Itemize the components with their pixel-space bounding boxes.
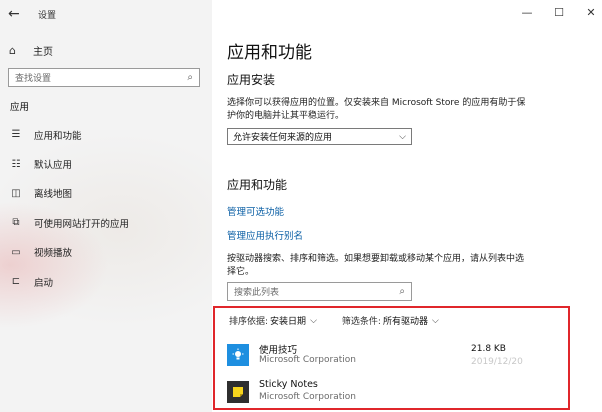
home-label: 主页 [33, 46, 53, 58]
settings-search-input[interactable]: 查找设置 ⌕ [8, 68, 200, 87]
app-source-dropdown[interactable]: 允许安装任何来源的应用 ⌵ [227, 128, 412, 145]
app-list-item[interactable]: Sticky Notes Microsoft Corporation [227, 379, 547, 409]
app-publisher: Microsoft Corporation [259, 355, 356, 365]
back-arrow-icon: ← [8, 6, 20, 22]
sort-dropdown[interactable]: 安装日期 [270, 314, 306, 327]
app-size: 21.8 KB [471, 344, 506, 354]
app-publisher: Microsoft Corporation [259, 392, 356, 402]
default-apps-icon: ☷ [11, 158, 21, 170]
close-button[interactable]: ✕ [584, 6, 598, 19]
install-heading: 应用安装 [227, 73, 276, 87]
sidebar-item-label: 视频播放 [34, 248, 73, 260]
chevron-down-icon[interactable]: ⌵ [432, 316, 439, 326]
app-list-item[interactable]: 使用技巧 Microsoft Corporation 21.8 KB 2019/… [227, 342, 547, 372]
search-list-input[interactable]: 搜索此列表 ⌕ [227, 282, 412, 301]
settings-sidebar: ← 设置 ⌂ 主页 查找设置 ⌕ 应用 ☰ 应用和功能 ☷ 默认应用 ◫ 离线地… [0, 0, 212, 412]
back-button[interactable]: ← [8, 6, 26, 22]
home-icon: ⌂ [9, 43, 16, 57]
sidebar-item-apps-for-websites[interactable]: ⧉ 可使用网站打开的应用 [0, 208, 212, 237]
sidebar-item-home[interactable]: ⌂ 主页 [9, 42, 53, 58]
sidebar-item-label: 可使用网站打开的应用 [34, 218, 130, 230]
sidebar-item-label: 离线地图 [34, 189, 73, 201]
title-bar: ← 设置 [0, 0, 212, 30]
apps-features-icon: ☰ [11, 129, 21, 141]
video-playback-icon: ▭ [11, 246, 21, 258]
filter-label: 筛选条件: [341, 317, 381, 327]
search-icon: ⌕ [187, 72, 193, 83]
sidebar-item-offline-maps[interactable]: ◫ 离线地图 [0, 179, 212, 208]
sidebar-item-label: 默认应用 [34, 160, 73, 172]
search-list-placeholder: 搜索此列表 [234, 288, 280, 298]
search-icon: ⌕ [399, 286, 405, 297]
sidebar-item-apps-features[interactable]: ☰ 应用和功能 [0, 120, 212, 149]
sidebar-item-default-apps[interactable]: ☷ 默认应用 [0, 149, 212, 178]
chevron-down-icon: ⌵ [399, 131, 406, 142]
tips-icon [227, 344, 249, 366]
startup-icon: ⊏ [11, 276, 21, 288]
apps-for-websites-icon: ⧉ [12, 217, 20, 229]
sidebar-item-video-playback[interactable]: ▭ 视频播放 [0, 238, 212, 267]
sidebar-item-label: 应用和功能 [34, 130, 82, 142]
sort-label: 排序依据: [229, 317, 269, 327]
minimize-button[interactable]: — [520, 6, 534, 19]
sticky-notes-icon [227, 381, 249, 403]
offline-maps-icon: ◫ [11, 187, 21, 199]
settings-search-placeholder: 查找设置 [15, 74, 52, 84]
install-description: 选择你可以获得应用的位置。仅安装来自 Microsoft Store 的应用有助… [227, 98, 526, 121]
manage-app-execution-aliases-link[interactable]: 管理应用执行别名 [227, 228, 303, 242]
maximize-button[interactable]: ☐ [552, 6, 566, 19]
sidebar-item-startup[interactable]: ⊏ 启动 [0, 267, 212, 296]
sidebar-nav: ☰ 应用和功能 ☷ 默认应用 ◫ 离线地图 ⧉ 可使用网站打开的应用 ▭ 视频播… [0, 120, 212, 296]
sort-filter-bar: 排序依据: 安装日期 ⌵ 筛选条件: 所有驱动器 ⌵ [229, 314, 464, 328]
apps-list-description: 按驱动器搜索、排序和筛选。如果想要卸载或移动某个应用，请从列表中选择它。 [227, 254, 525, 277]
section-heading-apps: 应用 [10, 102, 30, 113]
filter-dropdown[interactable]: 所有驱动器 [383, 314, 428, 327]
manage-optional-features-link[interactable]: 管理可选功能 [227, 204, 284, 218]
app-name: Sticky Notes [259, 379, 318, 390]
app-title: 设置 [38, 11, 57, 21]
apps-features-heading: 应用和功能 [227, 178, 288, 192]
app-name: 使用技巧 [259, 345, 298, 356]
page-title: 应用和功能 [227, 43, 312, 63]
sidebar-item-label: 启动 [34, 277, 54, 289]
app-source-value: 允许安装任何来源的应用 [233, 133, 333, 143]
app-install-date: 2019/12/20 [471, 357, 523, 367]
chevron-down-icon[interactable]: ⌵ [310, 316, 317, 326]
